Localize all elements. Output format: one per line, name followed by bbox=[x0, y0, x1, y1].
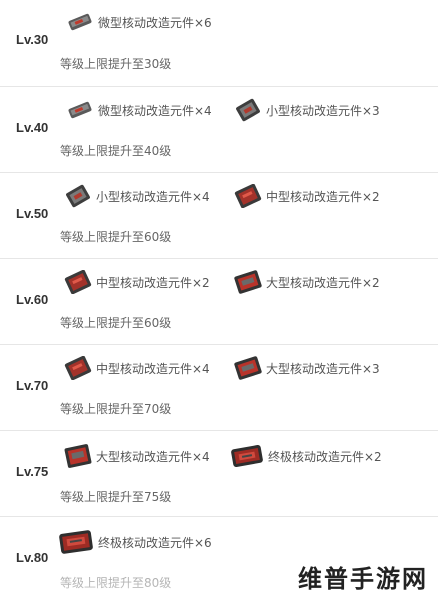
level-cap-text: 等级上限提升至30级 bbox=[60, 57, 172, 71]
level-label: Lv.75 bbox=[16, 464, 49, 479]
material-label: 大型核动改造元件×3 bbox=[266, 361, 380, 376]
upgrade-row-lv60: Lv.60 中型核动改造元件×2 大型核动改造元件×2 等级上限提升至60级 bbox=[0, 258, 438, 345]
material-item: 终极核动改造元件×2 bbox=[230, 444, 382, 468]
material-label: 小型核动改造元件×4 bbox=[96, 189, 210, 204]
ultimate-component-icon bbox=[230, 443, 264, 469]
micro-component-icon bbox=[66, 11, 94, 33]
material-item: 大型核动改造元件×4 bbox=[64, 444, 210, 468]
material-item: 中型核动改造元件×2 bbox=[234, 184, 380, 208]
upgrade-row-lv40: Lv.40 微型核动改造元件×4 小型核动改造元件×3 等级上限提升至40级 bbox=[0, 86, 438, 173]
material-item: 小型核动改造元件×3 bbox=[234, 98, 380, 122]
material-label: 大型核动改造元件×2 bbox=[266, 275, 380, 290]
large-component-icon bbox=[234, 270, 262, 294]
level-cap-text: 等级上限提升至80级 bbox=[60, 576, 172, 590]
upgrade-row-lv50: Lv.50 小型核动改造元件×4 中型核动改造元件×2 等级上限提升至60级 bbox=[0, 172, 438, 259]
medium-component-icon bbox=[234, 184, 262, 208]
level-label: Lv.70 bbox=[16, 378, 49, 393]
material-item: 大型核动改造元件×2 bbox=[234, 270, 380, 294]
material-label: 小型核动改造元件×3 bbox=[266, 103, 380, 118]
medium-component-icon bbox=[64, 270, 92, 294]
material-item: 中型核动改造元件×4 bbox=[64, 356, 210, 380]
material-label: 中型核动改造元件×2 bbox=[266, 189, 380, 204]
level-cap-text: 等级上限提升至60级 bbox=[60, 230, 172, 244]
level-label: Lv.50 bbox=[16, 206, 49, 221]
ultimate-component-icon bbox=[58, 528, 94, 556]
upgrade-row-lv30: Lv.30 微型核动改造元件×6 等级上限提升至30级 bbox=[0, 0, 438, 87]
material-item: 微型核动改造元件×6 bbox=[66, 10, 212, 34]
material-item: 大型核动改造元件×3 bbox=[234, 356, 380, 380]
level-label: Lv.60 bbox=[16, 292, 49, 307]
material-label: 中型核动改造元件×4 bbox=[96, 361, 210, 376]
material-label: 微型核动改造元件×6 bbox=[98, 15, 212, 30]
material-item: 终极核动改造元件×6 bbox=[58, 530, 212, 554]
material-item: 中型核动改造元件×2 bbox=[64, 270, 210, 294]
site-watermark: 维普手游网 bbox=[298, 565, 428, 593]
small-component-icon bbox=[234, 98, 262, 122]
level-cap-text: 等级上限提升至75级 bbox=[60, 490, 172, 504]
material-label: 终极核动改造元件×6 bbox=[98, 535, 212, 550]
material-item: 微型核动改造元件×4 bbox=[66, 98, 212, 122]
level-label: Lv.80 bbox=[16, 550, 49, 565]
level-cap-text: 等级上限提升至40级 bbox=[60, 144, 172, 158]
large-component-icon bbox=[234, 356, 262, 380]
micro-component-icon bbox=[66, 99, 94, 121]
material-label: 终极核动改造元件×2 bbox=[268, 449, 382, 464]
material-label: 中型核动改造元件×2 bbox=[96, 275, 210, 290]
material-item: 小型核动改造元件×4 bbox=[64, 184, 210, 208]
medium-component-icon bbox=[64, 356, 92, 380]
large-component-icon bbox=[64, 443, 92, 469]
level-label: Lv.40 bbox=[16, 120, 49, 135]
material-label: 微型核动改造元件×4 bbox=[98, 103, 212, 118]
upgrade-row-lv70: Lv.70 中型核动改造元件×4 大型核动改造元件×3 等级上限提升至70级 bbox=[0, 344, 438, 431]
level-cap-text: 等级上限提升至70级 bbox=[60, 402, 172, 416]
level-cap-text: 等级上限提升至60级 bbox=[60, 316, 172, 330]
level-label: Lv.30 bbox=[16, 32, 49, 47]
material-label: 大型核动改造元件×4 bbox=[96, 449, 210, 464]
upgrade-row-lv75: Lv.75 大型核动改造元件×4 终极核动改造元件×2 等级上限提升至75级 bbox=[0, 430, 438, 517]
small-component-icon bbox=[64, 184, 92, 208]
